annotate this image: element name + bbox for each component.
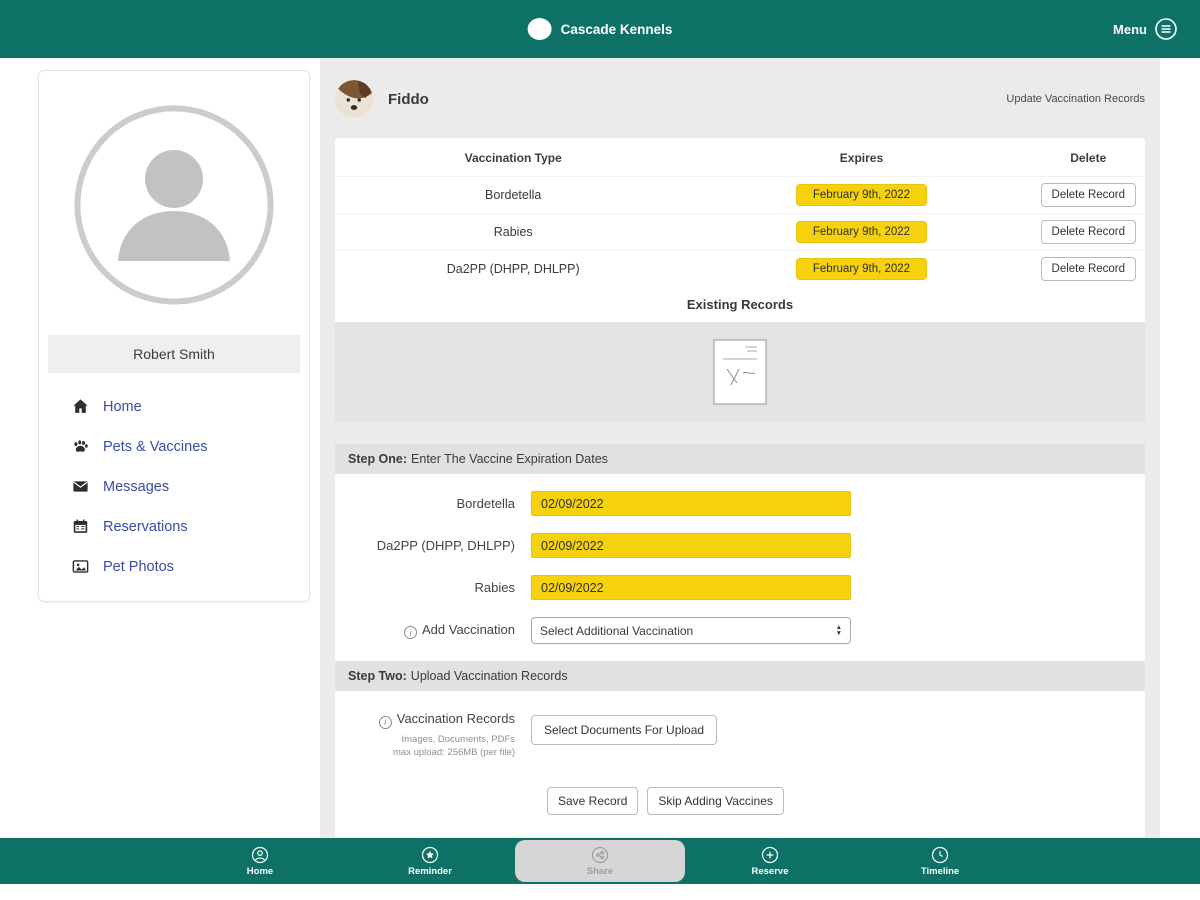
calendar-icon (71, 517, 90, 536)
add-vaccination-label: Add Vaccination (335, 622, 531, 640)
footer-item-home[interactable]: Home (175, 838, 345, 884)
hamburger-icon (1154, 17, 1178, 41)
footer-item-reserve[interactable]: Reserve (685, 838, 855, 884)
bottom-nav: Home Reminder Share Reserve Timeline (0, 838, 1200, 884)
actions-row: Save Record Skip Adding Vaccines (547, 787, 1145, 837)
table-row: Rabies February 9th, 2022 Delete Record (335, 213, 1145, 250)
form-row-rabies: Rabies (335, 575, 1145, 600)
select-arrows-icon (836, 625, 842, 637)
table-row: Bordetella February 9th, 2022 Delete Rec… (335, 176, 1145, 213)
form-row-bordetella: Bordetella (335, 491, 1145, 516)
brand-logo-icon (528, 18, 552, 40)
existing-records-title: Existing Records (335, 287, 1145, 322)
sidebar-item-pets-vaccines[interactable]: Pets & Vaccines (71, 437, 309, 456)
header-expires: Expires (691, 151, 1031, 165)
step-one-title: Step One: (348, 452, 407, 466)
record-document-thumbnail[interactable] (713, 339, 767, 405)
plus-circle-icon (761, 846, 779, 864)
bordetella-expiration-input[interactable] (531, 491, 851, 516)
paw-icon (71, 437, 90, 456)
save-record-button[interactable]: Save Record (547, 787, 638, 815)
upload-label-block: Vaccination Records Images, Documents, P… (335, 711, 531, 759)
step-one-subtitle: Enter The Vaccine Expiration Dates (411, 452, 608, 466)
vaccination-records-label: Vaccination Records (335, 711, 515, 729)
menu-button[interactable]: Menu (1113, 17, 1178, 41)
menu-label: Menu (1113, 22, 1147, 37)
header-vaccination-type: Vaccination Type (335, 151, 691, 165)
sidebar-nav: Home Pets & Vaccines Messages (71, 397, 309, 576)
steps-section: Step One: Enter The Vaccine Expiration Da… (335, 444, 1145, 837)
step-two-bar: Step Two: Upload Vaccination Records (335, 661, 1145, 691)
envelope-icon (71, 477, 90, 496)
clock-circle-icon (931, 846, 949, 864)
user-name: Robert Smith (48, 335, 300, 373)
person-circle-icon (251, 846, 269, 864)
app-header: Cascade Kennels Menu (0, 0, 1200, 58)
sidebar-item-label: Pet Photos (103, 559, 174, 575)
vaccine-type: Bordetella (335, 188, 691, 202)
sidebar-item-pet-photos[interactable]: Pet Photos (71, 557, 309, 576)
footer-item-share[interactable]: Share (515, 840, 685, 882)
sidebar: Robert Smith Home Pets & Vaccines (38, 70, 310, 602)
pet-name: Fiddo (388, 91, 429, 108)
select-value: Select Additional Vaccination (540, 624, 693, 638)
footer-label: Share (587, 866, 613, 877)
vaccine-type: Da2PP (DHPP, DHLPP) (335, 262, 691, 276)
sidebar-item-home[interactable]: Home (71, 397, 309, 416)
footer-item-reminder[interactable]: Reminder (345, 838, 515, 884)
upload-row: Vaccination Records Images, Documents, P… (335, 711, 1145, 759)
expires-date-button[interactable]: February 9th, 2022 (796, 221, 927, 243)
sidebar-item-messages[interactable]: Messages (71, 477, 309, 496)
update-vaccination-records-link[interactable]: Update Vaccination Records (1006, 93, 1145, 105)
vaccine-table: Vaccination Type Expires Delete Bordetel… (335, 138, 1145, 422)
footer-item-timeline[interactable]: Timeline (855, 838, 1025, 884)
da2pp-label: Da2PP (DHPP, DHLPP) (335, 538, 531, 553)
step-one-bar: Step One: Enter The Vaccine Expiration Da… (335, 444, 1145, 474)
expires-date-button[interactable]: February 9th, 2022 (796, 184, 927, 206)
footer-label: Timeline (921, 866, 959, 877)
photo-icon (71, 557, 90, 576)
da2pp-expiration-input[interactable] (531, 533, 851, 558)
delete-record-button[interactable]: Delete Record (1041, 257, 1137, 281)
sidebar-item-label: Home (103, 399, 142, 415)
reminder-icon (421, 846, 439, 864)
skip-adding-vaccines-button[interactable]: Skip Adding Vaccines (647, 787, 784, 815)
brand-name: Cascade Kennels (561, 22, 673, 37)
select-documents-button[interactable]: Select Documents For Upload (531, 715, 717, 745)
table-row: Da2PP (DHPP, DHLPP) February 9th, 2022 D… (335, 250, 1145, 287)
pet-header: Fiddo Update Vaccination Records (335, 72, 1145, 126)
upload-hint: Images, Documents, PDFs max upload: 256M… (335, 733, 515, 760)
rabies-label: Rabies (335, 580, 531, 595)
existing-records-strip (335, 322, 1145, 422)
sidebar-item-reservations[interactable]: Reservations (71, 517, 309, 536)
vaccine-type: Rabies (335, 225, 691, 239)
brand: Cascade Kennels (528, 18, 673, 40)
home-icon (71, 397, 90, 416)
footer-label: Home (247, 866, 273, 877)
form-row-da2pp: Da2PP (DHPP, DHLPP) (335, 533, 1145, 558)
footer-label: Reserve (752, 866, 789, 877)
sidebar-item-label: Pets & Vaccines (103, 439, 208, 455)
step-two-title: Step Two: (348, 669, 407, 683)
info-icon (379, 716, 392, 729)
header-delete: Delete (1032, 151, 1145, 165)
info-icon (404, 626, 417, 639)
sidebar-item-label: Reservations (103, 519, 188, 535)
share-icon (591, 846, 609, 864)
delete-record-button[interactable]: Delete Record (1041, 183, 1137, 207)
additional-vaccination-select[interactable]: Select Additional Vaccination (531, 617, 851, 644)
delete-record-button[interactable]: Delete Record (1041, 220, 1137, 244)
bordetella-label: Bordetella (335, 496, 531, 511)
step-two-subtitle: Upload Vaccination Records (411, 669, 568, 683)
pet-avatar (335, 80, 373, 118)
avatar (74, 105, 274, 305)
main-content: Fiddo Update Vaccination Records Vaccina… (320, 58, 1160, 838)
rabies-expiration-input[interactable] (531, 575, 851, 600)
sidebar-item-label: Messages (103, 479, 169, 495)
expires-date-button[interactable]: February 9th, 2022 (796, 258, 927, 280)
footer-label: Reminder (408, 866, 452, 877)
form-row-add-vaccination: Add Vaccination Select Additional Vaccin… (335, 617, 1145, 644)
vaccine-table-header: Vaccination Type Expires Delete (335, 138, 1145, 176)
